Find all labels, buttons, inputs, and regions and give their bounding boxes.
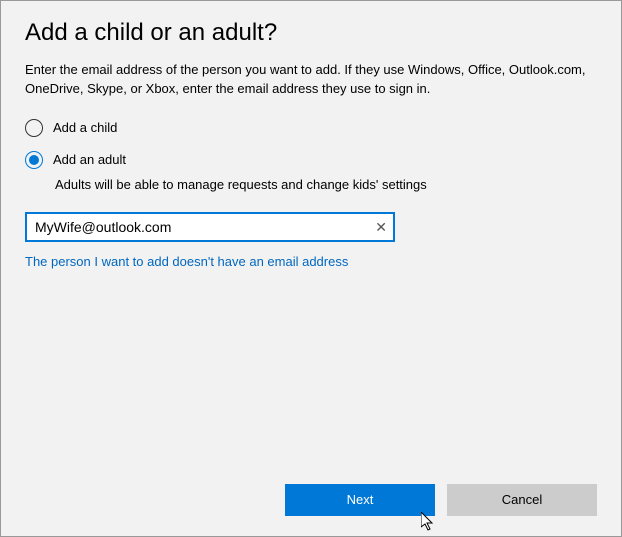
- email-input-container: ✕: [25, 212, 395, 242]
- radio-adult-hint: Adults will be able to manage requests a…: [55, 177, 597, 192]
- radio-label: Add a child: [53, 120, 117, 135]
- clear-input-icon[interactable]: ✕: [375, 220, 387, 234]
- cancel-button[interactable]: Cancel: [447, 484, 597, 516]
- radio-selected-dot-icon: [29, 155, 39, 165]
- radio-icon: [25, 119, 43, 137]
- radio-add-child[interactable]: Add a child: [25, 119, 597, 137]
- radio-icon: [25, 151, 43, 169]
- radio-add-adult[interactable]: Add an adult: [25, 151, 597, 169]
- no-email-link[interactable]: The person I want to add doesn't have an…: [25, 254, 597, 269]
- dialog-title: Add a child or an adult?: [25, 19, 597, 47]
- dialog-button-bar: Next Cancel: [285, 484, 597, 516]
- member-type-radio-group: Add a child Add an adult Adults will be …: [25, 119, 597, 192]
- radio-label: Add an adult: [53, 152, 126, 167]
- dialog-description: Enter the email address of the person yo…: [25, 61, 597, 99]
- add-family-member-dialog: Add a child or an adult? Enter the email…: [0, 0, 622, 537]
- next-button[interactable]: Next: [285, 484, 435, 516]
- email-input[interactable]: [25, 212, 395, 242]
